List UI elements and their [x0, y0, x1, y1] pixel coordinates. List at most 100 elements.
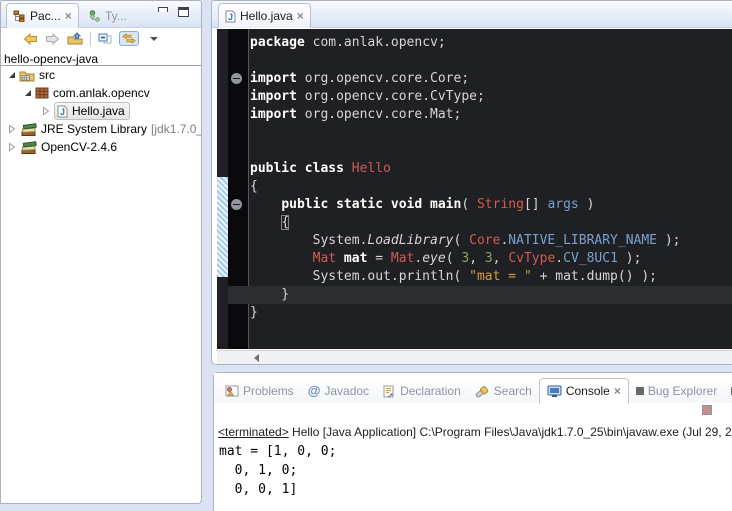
console-output-line: mat = [1, 0, 0; [219, 442, 732, 461]
java-file-icon: J [57, 105, 68, 118]
collapse-all-icon[interactable] [98, 33, 112, 45]
tree-item-src[interactable]: src [1, 66, 201, 84]
console-view: Problems @ Javadoc Declaration Search Co… [213, 372, 732, 511]
code-line: { [250, 214, 732, 232]
tab-label: Bug Explorer [648, 384, 717, 398]
close-icon[interactable] [614, 386, 621, 396]
tab-declaration[interactable]: Declaration [376, 379, 468, 403]
chevron-expanded-icon[interactable] [9, 72, 15, 78]
chevron-collapsed-icon[interactable] [8, 124, 16, 134]
code-line: } [250, 304, 732, 322]
project-label: hello-opencv-java [4, 52, 98, 66]
tab-label: Pac... [30, 9, 61, 23]
console-output[interactable]: mat = [1, 0, 0; 0, 1, 0; 0, 0, 1] [214, 442, 732, 499]
tree-item-label: OpenCV-2.4.6 [41, 140, 117, 154]
tree-item-package[interactable]: com.anlak.opencv [1, 84, 201, 102]
annotation-ruler [217, 29, 228, 349]
editor-tab-hello-java[interactable]: J Hello.java [218, 3, 311, 28]
code-line: } [250, 286, 732, 304]
tree-item-label: JRE System Library [41, 122, 147, 136]
code-line: Mat mat = Mat.eye( 3, 3, CvType.CV_8UC1 … [250, 250, 732, 268]
code-line: public class Hello [250, 160, 732, 178]
terminate-button[interactable] [702, 405, 712, 415]
link-with-editor-icon[interactable] [119, 31, 139, 46]
tree-item-label: com.anlak.opencv [53, 86, 150, 100]
tree-selection: J Hello.java [54, 102, 130, 120]
code-line: System.LoadLibrary( Core.NATIVE_LIBRARY_… [250, 232, 732, 250]
console-output-line: 0, 1, 0; [219, 461, 732, 480]
forward-arrow-icon[interactable] [45, 33, 60, 45]
tab-label: Search [494, 384, 532, 398]
editor-area: J Hello.java package com.anlak.opencv; im… [211, 0, 732, 365]
package-explorer-icon [13, 10, 26, 22]
tree-item-hello-java[interactable]: J Hello.java [1, 102, 201, 120]
tree-item-label: Hello.java [72, 104, 125, 118]
code-line [250, 124, 732, 142]
view-window-buttons [158, 7, 189, 17]
tree-item-project[interactable]: hello-opencv-java [1, 49, 201, 64]
tab-bug[interactable]: Bug [724, 379, 732, 403]
svg-text:J: J [228, 12, 233, 22]
java-file-icon: J [225, 10, 236, 23]
go-up-folder-icon[interactable] [67, 32, 83, 45]
tab-label: Console [566, 384, 610, 398]
editor-tab-label: Hello.java [240, 9, 293, 23]
tab-search[interactable]: Search [468, 379, 539, 403]
left-view-tabbar: Pac... Ty... [1, 1, 201, 28]
tree-item-opencv-library[interactable]: OpenCV-2.4.6 [1, 138, 201, 156]
editor-code-lines[interactable]: package com.anlak.opencv; import org.open… [250, 34, 732, 322]
chevron-collapsed-icon[interactable] [42, 106, 50, 116]
terminated-label: <terminated> [218, 425, 289, 439]
console-icon [547, 385, 562, 398]
code-editor: package com.anlak.opencv; import org.open… [217, 29, 732, 349]
tab-label: Ty... [105, 9, 127, 23]
back-arrow-icon[interactable] [23, 33, 38, 45]
tab-label: Javadoc [324, 384, 369, 398]
tab-console[interactable]: Console [539, 378, 629, 404]
tab-label: Problems [243, 384, 294, 398]
horizontal-scrollbar[interactable] [217, 350, 732, 364]
package-icon [35, 87, 49, 99]
close-icon[interactable] [65, 11, 72, 21]
code-line: System.out.println( "mat = " + mat.dump(… [250, 268, 732, 286]
scroll-left-arrow-icon[interactable] [254, 354, 259, 362]
fold-collapse-icon[interactable] [231, 199, 242, 210]
code-line [250, 52, 732, 70]
toolbar-separator [90, 32, 91, 46]
maximize-icon[interactable] [178, 7, 189, 17]
problems-icon [225, 385, 239, 397]
code-line: public static void main( String[] args ) [250, 196, 732, 214]
library-icon [20, 123, 37, 136]
console-status-line: <terminated> Hello [Java Application] C:… [214, 425, 732, 439]
package-explorer-toolbar [1, 28, 201, 49]
javadoc-icon: @ [308, 385, 321, 397]
tree-item-suffix: [jdk1.7.0_25] [151, 122, 201, 136]
chevron-expanded-icon[interactable] [25, 90, 31, 96]
tab-type-hierarchy[interactable]: Ty... [83, 3, 133, 28]
minimize-icon[interactable] [158, 7, 168, 12]
code-line: package com.anlak.opencv; [250, 34, 732, 52]
chevron-collapsed-icon[interactable] [8, 142, 16, 152]
code-line: import org.opencv.core.Core; [250, 70, 732, 88]
search-icon [475, 385, 490, 398]
tab-javadoc[interactable]: @ Javadoc [301, 379, 376, 403]
library-icon [20, 141, 37, 154]
close-icon[interactable] [297, 11, 304, 21]
code-line: import org.opencv.core.Mat; [250, 106, 732, 124]
fold-collapse-icon[interactable] [231, 73, 242, 84]
tab-problems[interactable]: Problems [218, 379, 301, 403]
type-hierarchy-icon [89, 10, 101, 22]
tab-bug-explorer[interactable]: Bug Explorer [629, 379, 724, 403]
launch-description: Hello [Java Application] C:\Program File… [289, 425, 732, 439]
console-toolbar [214, 403, 732, 419]
view-menu-icon[interactable] [150, 37, 158, 41]
bug-icon [636, 387, 644, 395]
tree-item-jre-library[interactable]: JRE System Library [jdk1.7.0_25] [1, 120, 201, 138]
quickdiff-changed-lines [217, 177, 228, 277]
package-folder-icon [19, 69, 35, 82]
tree-item-label: src [39, 68, 55, 82]
console-output-line: 0, 0, 1] [219, 480, 732, 499]
tab-package-explorer[interactable]: Pac... [6, 3, 79, 28]
svg-text:J: J [60, 107, 65, 117]
declaration-icon [383, 385, 396, 398]
